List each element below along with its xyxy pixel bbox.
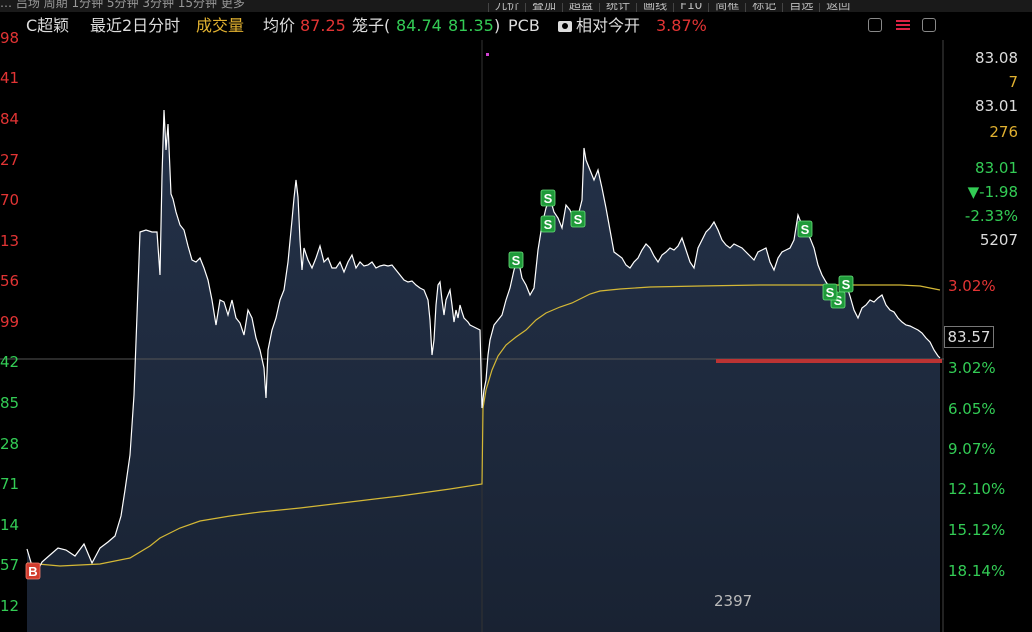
svg-text:S: S (544, 217, 553, 232)
left-tick-9: 85 (0, 394, 20, 412)
sell-marker-7: S (822, 283, 838, 301)
left-tick-5: 13 (0, 232, 20, 250)
r-val-5: 83.01 (975, 159, 1018, 177)
sell-marker-5: S (838, 275, 854, 293)
r-val-3: 83.01 (975, 97, 1018, 115)
left-tick-7: 99 (0, 313, 20, 331)
sell-marker-0: S (508, 251, 524, 269)
left-tick-14: 12 (0, 597, 20, 615)
right-pct-tick-6: 15.12% (948, 521, 1006, 539)
left-tick-2: 84 (0, 110, 20, 128)
r-val-2: 7 (1008, 73, 1018, 91)
r-val-6: ▼-1.98 (967, 183, 1018, 201)
right-pct-tick-0: 3.02% (948, 277, 996, 295)
left-tick-8: 42 (0, 353, 20, 371)
svg-text:S: S (842, 277, 851, 292)
left-tick-13: 57 (0, 556, 20, 574)
left-tick-0: 98 (0, 29, 20, 47)
sell-marker-2: S (540, 215, 556, 233)
right-pct-tick-3: 6.05% (948, 400, 996, 418)
left-tick-1: 41 (0, 69, 20, 87)
svg-text:S: S (512, 253, 521, 268)
r-val-4: 276 (989, 123, 1018, 141)
right-panel: 83.08 7 83.01 276 83.01 ▼-1.98 -2.33% 52… (944, 40, 1032, 632)
svg-text:S: S (574, 212, 583, 227)
sell-marker-3: S (570, 210, 586, 228)
svg-text:S: S (801, 222, 810, 237)
right-pct-tick-2: 3.02% (948, 359, 996, 377)
sell-marker-1: S (540, 189, 556, 207)
right-pct-tick-7: 18.14% (948, 562, 1006, 580)
left-tick-12: 14 (0, 516, 20, 534)
red-bar (716, 359, 942, 363)
sell-marker-4: S (797, 220, 813, 238)
magenta-dot (486, 53, 489, 56)
r-val-8: 5207 (979, 231, 1018, 249)
intraday-chart: SSS SSSSSB (0, 40, 944, 632)
r-val-1: 83.08 (975, 49, 1018, 67)
last-price-box: 83.57 (944, 326, 994, 348)
left-tick-3: 27 (0, 151, 20, 169)
left-tick-10: 28 (0, 435, 20, 453)
r-val-7: -2.33% (964, 207, 1018, 225)
svg-text:S: S (826, 285, 835, 300)
left-tick-4: 70 (0, 191, 20, 209)
right-pct-tick-4: 9.07% (948, 440, 996, 458)
left-tick-11: 71 (0, 475, 20, 493)
svg-text:S: S (544, 191, 553, 206)
buy-marker: B (25, 562, 41, 580)
right-pct-tick-5: 12.10% (948, 480, 1006, 498)
left-tick-6: 56 (0, 272, 20, 290)
volume-total: 2397 (714, 592, 753, 610)
svg-text:B: B (28, 564, 37, 579)
